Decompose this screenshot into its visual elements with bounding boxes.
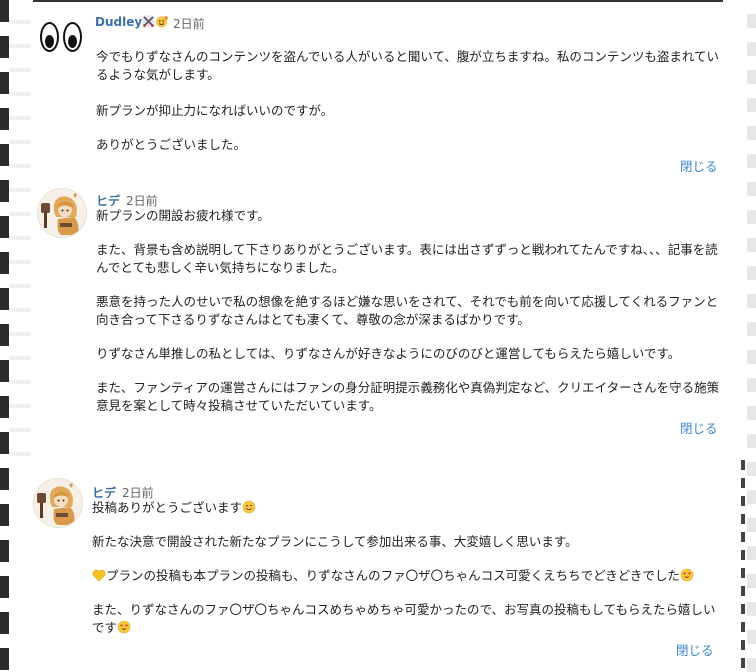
googly-eyes-icon[interactable] (40, 22, 88, 54)
comment-paragraph: 新プランが抑止力になればいいのですが。 (96, 103, 334, 118)
comment-paragraph: ありがとうございました。 (96, 137, 247, 152)
right-scroll-strip (741, 460, 745, 672)
comment-paragraph: また、ファンティアの運営さんにはファンの身分証明提示義務化や真偽判定など、クリエ… (96, 380, 720, 413)
comment-card: ヒデ 2日前 投稿ありがとうございます 新たな決意で開設された新たなプランにこう… (14, 465, 741, 672)
paragraph-text: プランの投稿も本プランの投稿も、りずなさんのファ〇ザ〇ちゃんコス可愛くえちちでど… (106, 568, 680, 583)
close-replies-button[interactable]: 閉じる (676, 640, 714, 659)
yellow-heart-icon (92, 569, 106, 582)
comment-paragraph: また、背景も含め説明して下さりありがとうございます。表には出さずずっと戦われてた… (96, 242, 718, 275)
left-border-strip (0, 0, 9, 672)
comment-paragraph: 今でもりずなさんのコンテンツを盗んでいる人がいると聞いて、腹が立ちますね。私のコ… (96, 49, 720, 82)
comment-paragraph: 新たな決意で開設された新たなプランにこうして参加出来る事、大変嬉しく思います。 (92, 534, 578, 549)
comment-card: Dudley 2日前 今でもりずなさんのコンテンツを盗んでいる人がいると聞いて、… (33, 2, 723, 180)
comment-paragraph: 悪意を持った人のせいで私の想像を絶するほど嫌な思いをされて、それでも前を向いて応… (96, 294, 719, 327)
heart-eyes-face-icon (680, 568, 694, 582)
heart-eyes-face-icon (117, 620, 131, 634)
comment-card: ヒデ 2日前 新プランの開設お疲れ様です。 また、背景も含め説明して下さりありが… (33, 180, 723, 442)
character-avatar-icon[interactable] (33, 478, 83, 528)
comment-paragraph: 新プランの開設お疲れ様です。 (96, 208, 270, 223)
paragraph-text: また、りずなさんのファ〇ザ〇ちゃんコスめちゃめちゃ可愛かったので、お写真の投稿も… (92, 602, 716, 635)
comment-paragraph: また、りずなさんのファ〇ザ〇ちゃんコスめちゃめちゃ可愛かったので、お写真の投稿も… (92, 601, 724, 637)
close-replies-button[interactable]: 閉じる (680, 156, 718, 175)
author-name[interactable]: Dudley (95, 15, 142, 29)
smiling-face-icon (242, 500, 256, 514)
character-avatar-icon[interactable] (37, 188, 87, 238)
left-gutter (9, 0, 31, 465)
comment-paragraph: りずなさん単推しの私としては、りずなさんが好きなようにのびのびと運営してもらえた… (96, 346, 681, 361)
comment-paragraph: プランの投稿も本プランの投稿も、りずなさんのファ〇ザ〇ちゃんコス可愛くえちちでど… (92, 567, 732, 585)
paragraph-text: 投稿ありがとうございます (92, 500, 243, 515)
waving-face-icon (156, 16, 169, 28)
comment-timestamp: 2日前 (173, 17, 205, 31)
close-replies-button[interactable]: 閉じる (680, 418, 718, 437)
right-border-strip (747, 0, 756, 672)
crossed-swords-icon (142, 15, 155, 28)
comment-author[interactable]: Dudley (95, 15, 169, 29)
comment-paragraph: 投稿ありがとうございます (92, 499, 732, 517)
